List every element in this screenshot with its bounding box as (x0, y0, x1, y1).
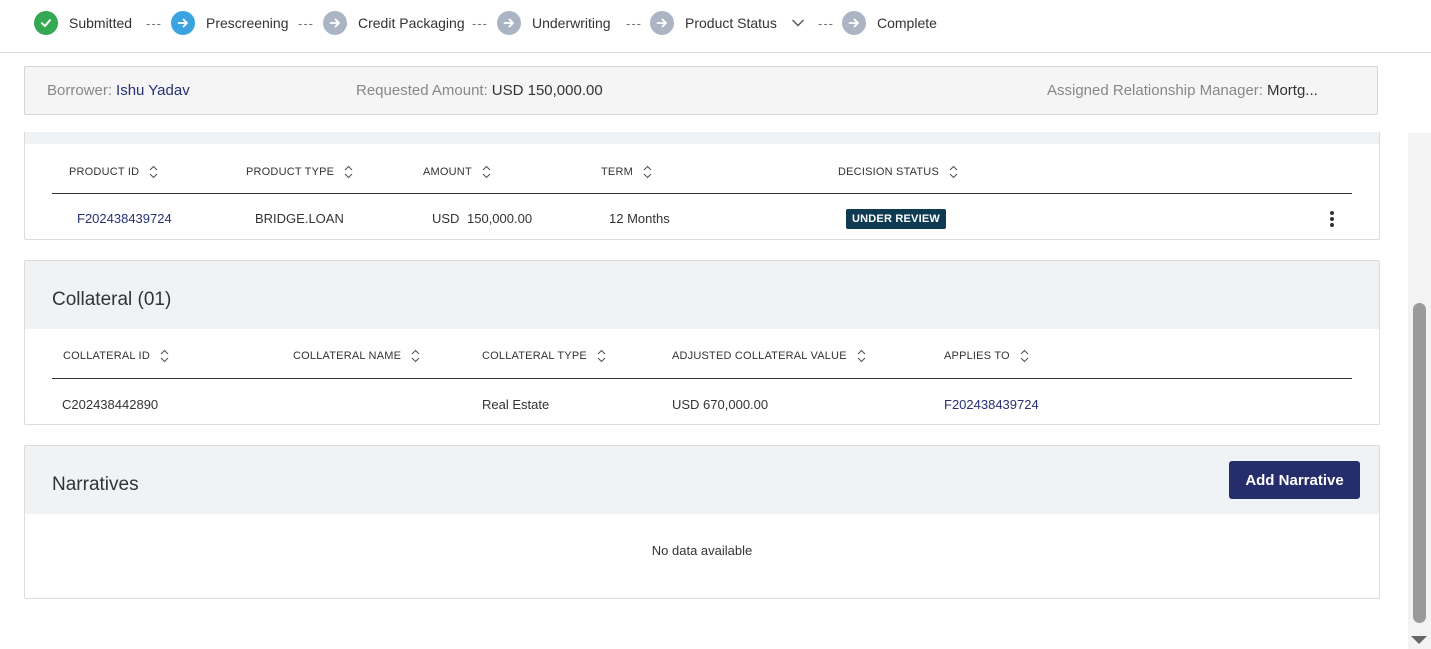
step-complete[interactable]: Complete (842, 11, 937, 35)
step-label: Complete (877, 15, 937, 31)
col-header-label: PRODUCT ID (69, 166, 140, 178)
col-header-term[interactable]: TERM (601, 165, 652, 179)
relationship-manager-field: Assigned Relationship Manager: Mortg... (1047, 82, 1318, 99)
col-header-label: COLLATERAL TYPE (482, 350, 587, 362)
collateral-id-cell: C202438442890 (62, 397, 159, 412)
sort-icon (949, 165, 958, 179)
narratives-title: Narratives (52, 474, 139, 495)
collateral-type-cell: Real Estate (482, 397, 550, 412)
col-header-collateral-type[interactable]: COLLATERAL TYPE (482, 349, 606, 363)
products-card: PRODUCT ID PRODUCT TYPE AMOUNT TERM DECI… (24, 132, 1380, 240)
sort-icon (643, 165, 652, 179)
sort-icon (1020, 349, 1029, 363)
col-header-label: COLLATERAL ID (63, 350, 150, 362)
borrower-label: Borrower: (47, 82, 113, 99)
col-header-label: ADJUSTED COLLATERAL VALUE (672, 350, 847, 362)
step-separator: --- (146, 16, 162, 31)
col-header-label: APPLIES TO (944, 350, 1010, 362)
add-narrative-button[interactable]: Add Narrative (1229, 461, 1360, 499)
borrower-summary: Borrower: Ishu Yadav Requested Amount: USD… (24, 66, 1378, 115)
scroll-down-arrow-icon[interactable] (1411, 636, 1427, 644)
arrow-right-icon (497, 11, 521, 35)
col-header-label: DECISION STATUS (838, 166, 939, 178)
step-separator: --- (472, 16, 488, 31)
sort-icon (160, 349, 169, 363)
empty-state-text: No data available (651, 543, 753, 558)
step-credit-packaging[interactable]: Credit Packaging (323, 11, 465, 35)
applies-to-link[interactable]: F202438439724 (944, 397, 1039, 412)
product-type-cell: BRIDGE.LOAN (255, 211, 344, 226)
sort-icon (344, 165, 353, 179)
step-prescreening[interactable]: Prescreening (171, 11, 289, 35)
requested-amount-label: Requested Amount: (356, 82, 488, 99)
step-label: Product Status (685, 15, 777, 31)
status-badge: UNDER REVIEW (846, 209, 946, 229)
arrow-right-icon (323, 11, 347, 35)
sort-icon (482, 165, 491, 179)
progress-stepper: Submitted --- Prescreening --- Credit Pa… (0, 0, 1431, 53)
relationship-manager-label: Assigned Relationship Manager: (1047, 82, 1263, 99)
sort-icon (149, 165, 158, 179)
col-header-decision-status[interactable]: DECISION STATUS (838, 165, 958, 179)
card-header-band (25, 132, 1379, 144)
relationship-manager-value: Mortg... (1266, 82, 1318, 99)
step-label: Credit Packaging (358, 15, 465, 31)
step-submitted[interactable]: Submitted (34, 11, 132, 35)
arrow-right-icon (650, 11, 674, 35)
col-header-applies-to[interactable]: APPLIES TO (944, 349, 1029, 363)
col-header-product-type[interactable]: PRODUCT TYPE (246, 165, 353, 179)
check-icon (34, 11, 58, 35)
step-label: Prescreening (206, 15, 289, 31)
sort-icon (857, 349, 866, 363)
collateral-value-cell: USD 670,000.00 (672, 397, 769, 412)
col-header-label: PRODUCT TYPE (246, 166, 335, 178)
step-separator: --- (626, 16, 642, 31)
term-cell: 12 Months (609, 211, 670, 226)
row-actions-menu-icon[interactable] (1325, 208, 1339, 230)
arrow-right-icon (842, 11, 866, 35)
table-header-divider (52, 378, 1352, 379)
col-header-amount[interactable]: AMOUNT (423, 165, 491, 179)
card-header: Collateral (01) (25, 261, 1379, 329)
requested-amount-field: Requested Amount: USD 150,000.00 (356, 82, 603, 99)
col-header-label: TERM (601, 166, 633, 178)
col-header-product-id[interactable]: PRODUCT ID (69, 165, 158, 179)
col-header-label: COLLATERAL NAME (293, 350, 402, 362)
step-label: Submitted (69, 15, 133, 31)
table-header-divider (52, 193, 1352, 194)
requested-amount-value: USD 150,000.00 (491, 82, 603, 99)
collateral-card: Collateral (01) COLLATERAL ID COLLATERAL… (24, 260, 1380, 425)
amount-value-cell: 150,000.00 (467, 211, 533, 226)
col-header-collateral-name[interactable]: COLLATERAL NAME (293, 349, 420, 363)
borrower-name-link[interactable]: Ishu Yadav (116, 82, 190, 99)
col-header-collateral-id[interactable]: COLLATERAL ID (63, 349, 169, 363)
borrower-field: Borrower: Ishu Yadav (47, 82, 190, 99)
chevron-down-icon[interactable] (791, 18, 805, 28)
narratives-card: Narratives Add Narrative No data availab… (24, 445, 1380, 599)
card-header: Narratives Add Narrative (25, 446, 1379, 514)
product-id-link[interactable]: F202438439724 (77, 211, 172, 226)
step-product-status[interactable]: Product Status (650, 11, 805, 35)
sort-icon (597, 349, 606, 363)
scrollbar-thumb[interactable] (1413, 303, 1426, 623)
step-underwriting[interactable]: Underwriting (497, 11, 611, 35)
col-header-label: AMOUNT (423, 166, 472, 178)
collateral-title: Collateral (01) (52, 289, 172, 310)
step-separator: --- (818, 16, 834, 31)
col-header-adjusted-collateral-value[interactable]: ADJUSTED COLLATERAL VALUE (672, 349, 866, 363)
step-separator: --- (298, 16, 314, 31)
amount-currency-cell: USD (432, 211, 460, 226)
step-label: Underwriting (532, 15, 611, 31)
arrow-right-icon (171, 11, 195, 35)
sort-icon (411, 349, 420, 363)
